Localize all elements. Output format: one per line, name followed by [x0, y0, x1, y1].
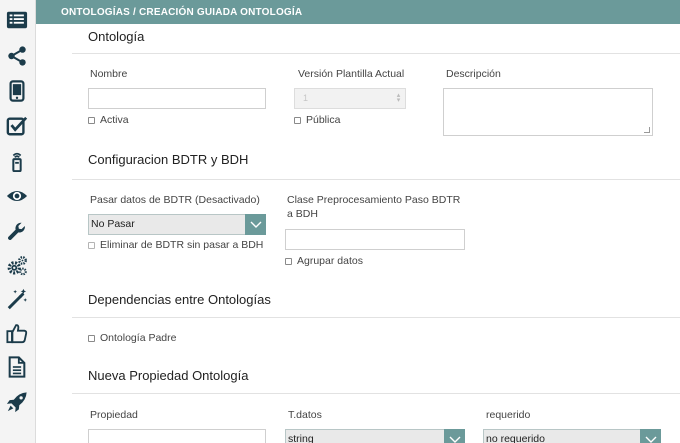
- requerido-select[interactable]: no requerido: [483, 429, 661, 443]
- section-divider: [72, 393, 680, 394]
- nombre-input[interactable]: [88, 88, 266, 109]
- main-form: Ontología Nombre Activa Versión Plantill…: [36, 24, 680, 443]
- eliminar-label: Eliminar de BDTR sin pasar a BDH: [100, 239, 264, 251]
- sensor-icon[interactable]: [5, 149, 29, 173]
- chevron-down-icon[interactable]: [245, 214, 266, 235]
- checkbox-box[interactable]: [88, 241, 95, 249]
- section-divider: [72, 53, 680, 54]
- activa-label: Activa: [100, 114, 129, 126]
- share-icon[interactable]: [5, 44, 29, 68]
- wrench-icon[interactable]: [5, 219, 29, 243]
- tdatos-value: string: [288, 433, 314, 443]
- pasar-label: Pasar datos de BDTR (Desactivado): [90, 194, 260, 206]
- mobile-icon[interactable]: [5, 79, 29, 103]
- clase-input[interactable]: [285, 229, 465, 250]
- tdatos-select[interactable]: string: [285, 429, 465, 443]
- version-input: 1 ▴ ▾: [294, 88, 406, 109]
- section-title-ontologia: Ontología: [88, 29, 145, 44]
- eye-icon[interactable]: [5, 184, 29, 208]
- version-label: Versión Plantilla Actual: [298, 68, 405, 80]
- propiedad-input[interactable]: [88, 429, 266, 443]
- publica-checkbox[interactable]: Pública: [294, 114, 340, 126]
- eliminar-checkbox[interactable]: Eliminar de BDTR sin pasar a BDH: [88, 239, 263, 251]
- resize-grip-icon[interactable]: [644, 127, 650, 133]
- checkbox-box[interactable]: [294, 116, 301, 124]
- clase-label: Clase Preprocesamiento Paso BDTR a BDH: [287, 194, 461, 220]
- publica-label: Pública: [306, 114, 341, 126]
- section-title-dependencias: Dependencias entre Ontologías: [88, 292, 271, 307]
- requerido-label: requerido: [486, 409, 531, 421]
- activa-checkbox[interactable]: Activa: [88, 114, 129, 126]
- agrupar-checkbox[interactable]: Agrupar datos: [285, 255, 363, 267]
- chevron-down-icon[interactable]: [444, 429, 465, 443]
- nombre-label: Nombre: [90, 68, 128, 80]
- document-icon[interactable]: [5, 355, 29, 379]
- thumbs-up-icon[interactable]: [5, 321, 29, 345]
- descripcion-textarea[interactable]: [443, 88, 653, 136]
- pasar-select[interactable]: No Pasar: [88, 214, 266, 235]
- chevron-down-icon[interactable]: [640, 429, 661, 443]
- checkbox-box[interactable]: [88, 116, 95, 124]
- agrupar-label: Agrupar datos: [297, 255, 363, 267]
- checkbox-box[interactable]: [88, 334, 95, 342]
- tdatos-label: T.datos: [288, 409, 322, 421]
- section-divider: [72, 317, 680, 318]
- padre-label: Ontología Padre: [100, 332, 177, 344]
- section-divider: [72, 179, 680, 180]
- pasar-value: No Pasar: [91, 218, 135, 230]
- checklist-icon[interactable]: [5, 114, 29, 138]
- propiedad-label: Propiedad: [90, 409, 138, 421]
- version-value: 1: [303, 93, 309, 103]
- section-title-propiedad: Nueva Propiedad Ontología: [88, 368, 249, 383]
- rocket-icon[interactable]: [5, 390, 29, 414]
- spinner-icon: ▴ ▾: [396, 92, 401, 104]
- sidebar: [0, 0, 36, 443]
- padre-checkbox[interactable]: Ontología Padre: [88, 332, 176, 344]
- magic-wand-icon[interactable]: [5, 287, 29, 311]
- descripcion-label: Descripción: [446, 68, 501, 80]
- gears-icon[interactable]: [5, 254, 29, 278]
- breadcrumb: ONTOLOGÍAS / CREACIÓN GUIADA ONTOLOGÍA: [36, 0, 680, 24]
- section-title-bdtr: Configuracion BDTR y BDH: [88, 152, 249, 167]
- requerido-value: no requerido: [486, 433, 545, 443]
- list-icon[interactable]: [5, 8, 29, 32]
- checkbox-box[interactable]: [285, 257, 292, 265]
